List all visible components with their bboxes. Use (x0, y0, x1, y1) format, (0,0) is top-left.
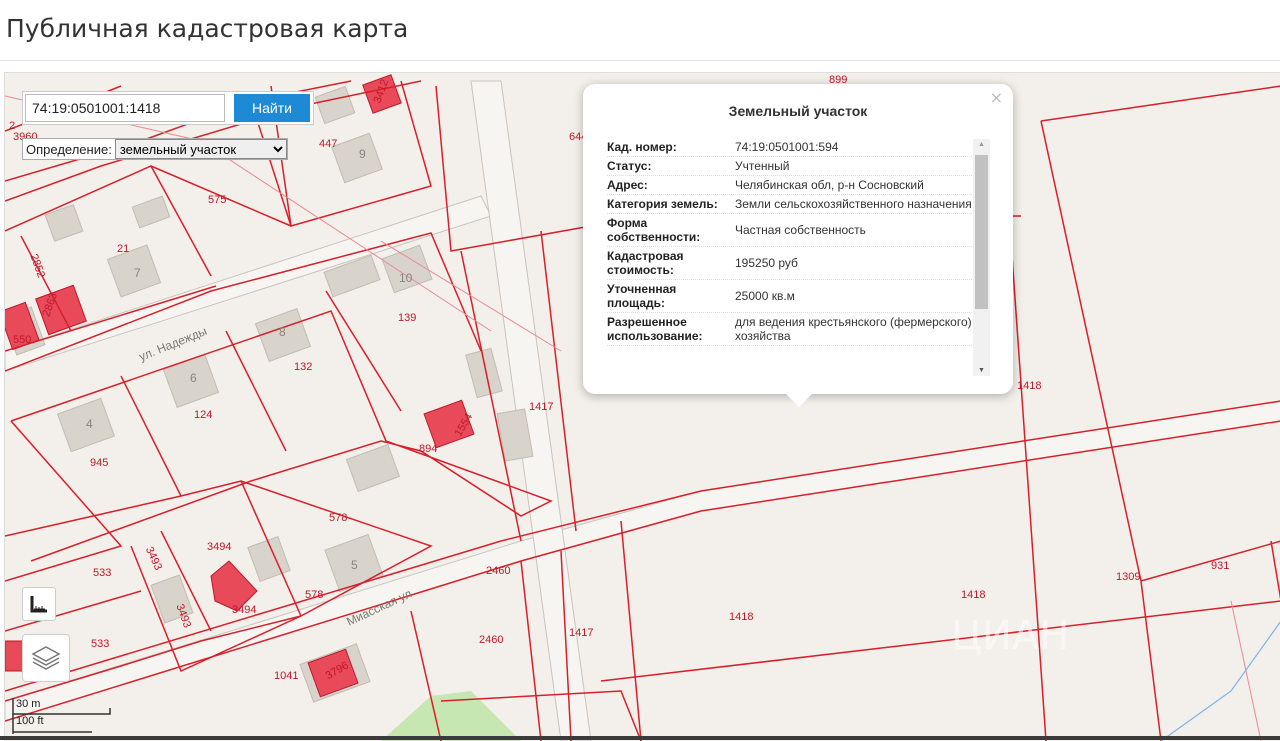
svg-text:132: 132 (294, 361, 312, 373)
svg-text:1309: 1309 (1116, 571, 1140, 583)
svg-text:5: 5 (351, 558, 358, 572)
watermark: ЦИАН (951, 613, 1069, 659)
scroll-down-icon[interactable]: ▼ (978, 367, 985, 374)
attr-value: Земли сельскохозяйственного назначения (735, 197, 972, 211)
popup-scrollbar[interactable]: ▲ ▼ (973, 139, 990, 376)
attr-value: Челябинская обл, р-н Сосновский (735, 178, 924, 192)
ruler-icon (30, 596, 47, 613)
table-row: Кад. номер: 74:19:0501001:594 (607, 138, 972, 157)
svg-text:3494: 3494 (232, 604, 256, 616)
attr-value: Учтенный (735, 159, 790, 173)
table-row: Категория земель: Земли сельскохозяйстве… (607, 195, 972, 214)
svg-text:2460: 2460 (479, 634, 503, 646)
attr-value: 25000 кв.м (735, 289, 795, 303)
table-row: Разрешенное использование: для ведения к… (607, 313, 972, 346)
definition-control: Определение: земельный участок (22, 138, 288, 160)
attr-key: Адрес: (607, 178, 648, 192)
svg-text:139: 139 (398, 312, 416, 324)
road-miasskaya (5, 400, 1280, 722)
svg-text:894: 894 (419, 443, 437, 455)
svg-text:2852: 2852 (27, 252, 47, 279)
page-title: Публичная кадастровая карта (6, 14, 409, 43)
scale-metric: 30 m (16, 698, 41, 710)
scroll-up-icon[interactable]: ▲ (978, 141, 985, 148)
svg-text:575: 575 (208, 194, 226, 206)
cadastral-number-input[interactable] (25, 94, 225, 122)
svg-text:3493: 3493 (143, 545, 164, 572)
table-row: Кадастровая стоимость: 195250 руб (607, 247, 972, 280)
svg-text:447: 447 (319, 138, 337, 150)
parcel-info-popup: × Земельный участок Кад. номер: 74:19:05… (583, 84, 1013, 394)
svg-text:1418: 1418 (1017, 380, 1041, 392)
svg-text:1041: 1041 (274, 670, 298, 682)
attr-key: Категория земель: (607, 197, 718, 211)
attr-value: Частная собственность (735, 223, 866, 237)
table-row: Статус: Учтенный (607, 157, 972, 176)
svg-text:124: 124 (194, 409, 212, 421)
search-button[interactable]: Найти (234, 94, 310, 122)
parcel-attributes-table: Кад. номер: 74:19:0501001:594 Статус: Уч… (607, 138, 972, 370)
svg-text:8: 8 (279, 325, 286, 339)
search-box: Найти (22, 91, 314, 125)
definition-select[interactable]: земельный участок (114, 139, 287, 159)
layers-icon (31, 646, 61, 670)
svg-text:1417: 1417 (569, 627, 593, 639)
table-row: Форма собственности: Частная собственнос… (607, 214, 972, 247)
definition-label: Определение: (26, 141, 112, 157)
svg-text:1418: 1418 (729, 611, 753, 623)
svg-text:3494: 3494 (207, 541, 231, 553)
svg-text:578: 578 (329, 512, 347, 524)
svg-text:7: 7 (134, 266, 141, 280)
table-row: Уточненная площадь: 25000 кв.м (607, 280, 972, 313)
attr-value: 195250 руб (735, 256, 798, 270)
svg-text:1418: 1418 (961, 589, 985, 601)
svg-text:9: 9 (359, 147, 366, 161)
svg-text:21: 21 (117, 243, 129, 255)
svg-text:4: 4 (86, 417, 93, 431)
svg-text:945: 945 (90, 457, 108, 469)
attr-key: Кад. номер: (607, 140, 677, 154)
buildings (5, 85, 534, 703)
attr-key: Уточненная площадь: (607, 282, 677, 310)
ruler-button[interactable] (22, 587, 56, 621)
stream (1160, 621, 1280, 741)
svg-text:533: 533 (91, 638, 109, 650)
attr-key: Разрешенное использование: (607, 315, 703, 343)
scale-bar: 30 m 100 ft (12, 698, 112, 734)
attr-value: 74:19:0501001:594 (735, 140, 839, 154)
table-row: Адрес: Челябинская обл, р-н Сосновский (607, 176, 972, 195)
title-divider (0, 60, 1280, 61)
popup-title: Земельный участок (728, 103, 868, 119)
scale-imperial: 100 ft (16, 715, 44, 727)
popup-pointer (785, 393, 813, 407)
park-area (381, 691, 521, 741)
attr-key: Форма собственности: (607, 216, 701, 244)
svg-text:550: 550 (13, 334, 31, 346)
layers-button[interactable] (22, 634, 70, 682)
attr-key: Статус: (607, 159, 652, 173)
svg-text:2460: 2460 (486, 565, 510, 577)
svg-text:578: 578 (305, 589, 323, 601)
svg-text:6: 6 (190, 371, 197, 385)
svg-text:533: 533 (93, 567, 111, 579)
attr-key: Кадастровая стоимость: (607, 249, 684, 277)
svg-text:931: 931 (1211, 560, 1229, 572)
attr-value: для ведения крестьянского (фермерского) … (735, 315, 972, 343)
scroll-thumb[interactable] (975, 155, 988, 309)
svg-text:10: 10 (399, 271, 413, 285)
svg-text:1417: 1417 (529, 401, 553, 413)
bottom-strip (0, 736, 1280, 740)
